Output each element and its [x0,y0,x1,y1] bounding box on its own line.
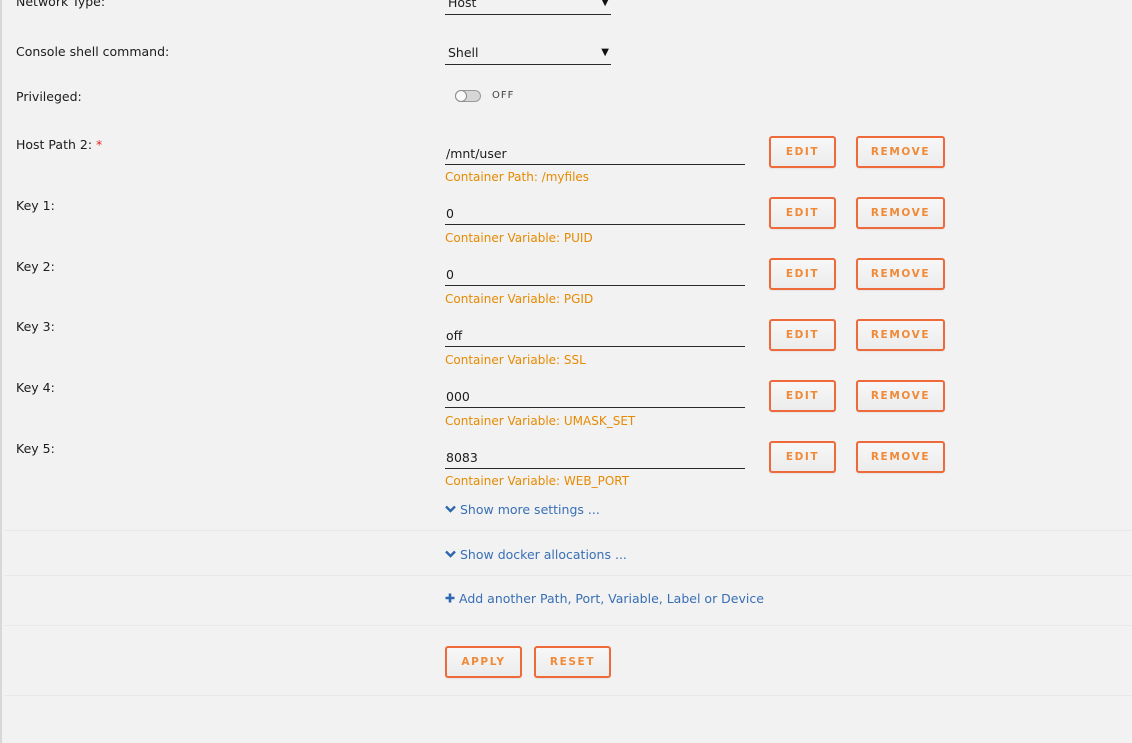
caret-down-icon: ▼ [601,47,609,58]
host-path-input[interactable]: /mnt/user [445,145,745,165]
host-path-remove-button[interactable]: REMOVE [856,136,945,168]
key-5-edit-button[interactable]: EDIT [769,441,836,473]
show-docker-allocations-link[interactable]: Show docker allocations ... [445,547,627,562]
network-type-label: Network Type: [16,0,106,9]
divider [4,575,1132,576]
key-4-label: Key 4: [16,380,55,395]
key-3-edit-button[interactable]: EDIT [769,319,836,351]
show-more-settings-text: Show more settings ... [460,502,600,517]
chevron-down-icon [445,548,456,562]
key-2-remove-button[interactable]: REMOVE [856,258,945,290]
caret-down-icon: ▼ [601,0,609,8]
key-3-hint: Container Variable: SSL [445,353,586,367]
privileged-label: Privileged: [16,89,82,104]
add-another-link[interactable]: Add another Path, Port, Variable, Label … [445,591,764,606]
console-shell-select[interactable]: Shell ▼ [445,43,611,65]
show-more-settings-link[interactable]: Show more settings ... [445,502,600,517]
reset-button[interactable]: RESET [534,646,611,678]
key-3-remove-button[interactable]: REMOVE [856,319,945,351]
key-4-remove-button[interactable]: REMOVE [856,380,945,412]
key-2-input[interactable]: 0 [445,266,745,286]
key-5-label: Key 5: [16,441,55,456]
chevron-down-icon [445,503,456,517]
network-type-select[interactable]: Host ▼ [445,0,611,15]
toggle-knob [455,90,467,102]
key-2-hint: Container Variable: PGID [445,292,594,306]
divider [4,625,1132,626]
key-5-remove-button[interactable]: REMOVE [856,441,945,473]
host-path-label-text: Host Path 2: [16,137,93,152]
add-another-text: Add another Path, Port, Variable, Label … [459,591,764,606]
privileged-state: OFF [492,90,515,101]
network-type-value: Host [448,0,477,10]
key-1-edit-button[interactable]: EDIT [769,197,836,229]
key-5-hint: Container Variable: WEB_PORT [445,474,630,488]
divider [4,695,1132,696]
divider [4,530,1132,531]
key-4-hint: Container Variable: UMASK_SET [445,414,636,428]
key-2-edit-button[interactable]: EDIT [769,258,836,290]
key-3-input[interactable]: off [445,327,745,347]
plus-icon [445,592,455,606]
key-4-edit-button[interactable]: EDIT [769,380,836,412]
privileged-toggle[interactable] [455,90,481,102]
key-1-hint: Container Variable: PUID [445,231,593,245]
key-4-input[interactable]: 000 [445,388,745,408]
host-path-hint: Container Path: /myfiles [445,170,590,184]
key-3-label: Key 3: [16,319,55,334]
host-path-label: Host Path 2: * [16,137,102,152]
required-mark: * [96,137,103,152]
host-path-edit-button[interactable]: EDIT [769,136,836,168]
key-1-remove-button[interactable]: REMOVE [856,197,945,229]
docker-settings-form: Network Type: Host ▼ Console shell comma… [0,0,1132,743]
console-shell-label: Console shell command: [16,44,170,59]
key-2-label: Key 2: [16,259,55,274]
key-5-input[interactable]: 8083 [445,449,745,469]
key-1-label: Key 1: [16,198,55,213]
console-shell-value: Shell [448,45,479,60]
apply-button[interactable]: APPLY [445,646,522,678]
key-1-input[interactable]: 0 [445,205,745,225]
show-docker-allocations-text: Show docker allocations ... [460,547,627,562]
